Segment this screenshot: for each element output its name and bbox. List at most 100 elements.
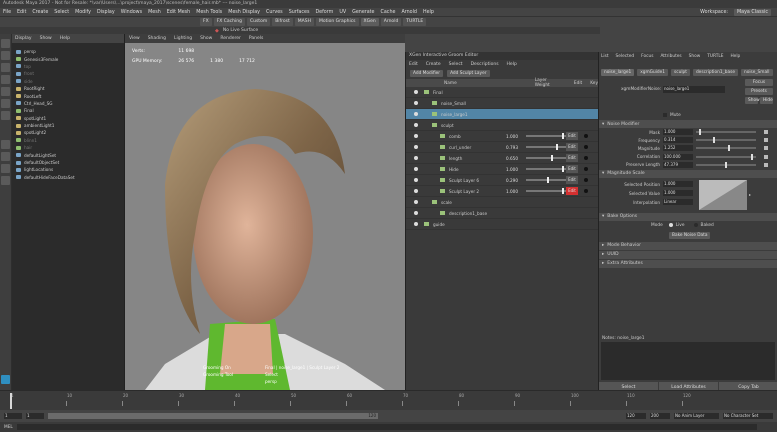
hide-button[interactable]: Hide <box>760 97 773 104</box>
menu-modify[interactable]: Modify <box>75 10 91 15</box>
visibility-eye-icon[interactable] <box>414 178 418 182</box>
groom-layer-row[interactable]: Hide 1.000 Edit <box>406 164 598 175</box>
groom-layer-row[interactable]: Sculpt Layer 6 0.290 Edit <box>406 175 598 186</box>
outliner-item[interactable]: RootRight <box>12 85 124 92</box>
outliner-item[interactable]: lightLocations <box>12 166 124 173</box>
attr-menu-attributes[interactable]: Attributes <box>660 54 681 59</box>
command-input[interactable] <box>16 424 757 430</box>
groom-layer-row[interactable]: noise_large1 <box>406 109 598 120</box>
map-button-icon[interactable] <box>764 162 768 167</box>
edit-layer-button[interactable]: Edit <box>566 132 578 140</box>
map-button-icon[interactable] <box>764 154 768 159</box>
layer-weight-value[interactable]: 1.000 <box>506 134 518 139</box>
vp-menu-renderer[interactable]: Renderer <box>220 36 241 41</box>
rotate-tool-icon[interactable] <box>1 87 10 96</box>
last-tool-icon[interactable] <box>1 111 10 120</box>
layout-two-icon[interactable] <box>1 164 10 173</box>
attr-value-field[interactable]: 0.314 <box>663 137 693 144</box>
range-slider[interactable]: 120 <box>48 413 378 419</box>
mute-checkbox[interactable] <box>663 113 667 117</box>
radio-live[interactable] <box>668 223 673 228</box>
section-uuid[interactable]: ▸ UUID <box>599 250 777 259</box>
character-set-dropdown[interactable]: No Character Set <box>723 413 773 419</box>
outliner-item[interactable]: top <box>12 63 124 70</box>
key-dot-icon[interactable] <box>584 156 588 160</box>
visibility-eye-icon[interactable] <box>414 145 418 149</box>
time-slider[interactable]: 1 10 20 30 40 50 60 70 80 90 100 110 120 <box>0 390 777 410</box>
menu-windows[interactable]: Windows <box>121 10 142 15</box>
live-surface-label[interactable]: No Live Surface <box>223 28 258 33</box>
layer-weight-slider[interactable] <box>526 133 566 139</box>
paint-tool-icon[interactable] <box>1 63 10 72</box>
layer-weight-value[interactable]: 1.000 <box>506 189 518 194</box>
groom-layer-row[interactable]: Final <box>406 87 598 98</box>
radio-baked[interactable] <box>693 223 698 228</box>
section-magnitude-scale[interactable]: ▾ Magnitude Scale <box>599 169 777 178</box>
attr-menu-turtle[interactable]: TURTLE <box>707 54 723 59</box>
section-mode-behavior[interactable]: ▸ Mode Behavior <box>599 241 777 250</box>
outliner-item[interactable]: hair <box>12 144 124 151</box>
menu-cache[interactable]: Cache <box>381 10 396 15</box>
vp-menu-shading[interactable]: Shading <box>148 36 166 41</box>
menu-help[interactable]: Help <box>423 10 434 15</box>
tab-noise-large1[interactable]: noise_large1 <box>601 69 635 76</box>
anim-layer-dropdown[interactable]: No Anim Layer <box>674 413 719 419</box>
mel-label[interactable]: MEL <box>4 425 13 430</box>
tab-sculpt[interactable]: sculpt <box>671 69 690 76</box>
key-dot-icon[interactable] <box>584 189 588 193</box>
outliner-menu-show[interactable]: Show <box>40 36 52 41</box>
outliner-item[interactable]: Ctrl_Head_SG <box>12 100 124 107</box>
map-button-icon[interactable] <box>764 146 768 151</box>
menu-surfaces[interactable]: Surfaces <box>289 10 310 15</box>
edit-layer-button[interactable]: Edit <box>566 154 578 162</box>
outliner-item[interactable]: defaultLightSet <box>12 151 124 158</box>
groom-layer-row[interactable]: curl_under 0.793 Edit <box>406 142 598 153</box>
workspace-dropdown[interactable]: Maya Classic <box>734 8 771 16</box>
outliner-item[interactable]: spotLight1 <box>12 115 124 122</box>
groom-layer-row[interactable]: scale <box>406 197 598 208</box>
shelf-tab-custom[interactable]: Custom <box>246 18 271 26</box>
attr-menu-focus[interactable]: Focus <box>641 54 653 59</box>
attr-value-field[interactable]: 100.000 <box>663 153 693 160</box>
shelf-tab-arnold[interactable]: Arnold <box>380 18 402 26</box>
menu-edit[interactable]: Edit <box>17 10 26 15</box>
edit-layer-button[interactable]: Edit <box>566 143 578 151</box>
vp-menu-show[interactable]: Show <box>200 36 212 41</box>
magnitude-ramp-graph[interactable] <box>699 179 747 210</box>
outliner-item[interactable]: defaultObjectSet <box>12 159 124 166</box>
groom-layer-row[interactable]: guide <box>406 219 598 230</box>
attr-slider[interactable] <box>696 145 756 152</box>
vp-menu-panels[interactable]: Panels <box>249 36 263 41</box>
visibility-eye-icon[interactable] <box>414 211 418 215</box>
layer-weight-slider[interactable] <box>526 188 566 194</box>
vp-menu-lighting[interactable]: Lighting <box>174 36 192 41</box>
attr-slider[interactable] <box>696 153 756 160</box>
selected-value-field[interactable]: 1.000 <box>663 190 693 197</box>
visibility-eye-icon[interactable] <box>414 222 418 226</box>
attr-value-field[interactable]: 1.000 <box>663 129 693 136</box>
groom-layer-row[interactable]: description1_base <box>406 208 598 219</box>
key-dot-icon[interactable] <box>584 178 588 182</box>
move-tool-icon[interactable] <box>1 75 10 84</box>
shelf-tab-fx[interactable]: FX <box>200 18 212 26</box>
visibility-eye-icon[interactable] <box>414 134 418 138</box>
groom-menu-create[interactable]: Create <box>426 62 441 67</box>
focus-button[interactable]: Focus <box>745 79 773 86</box>
outliner-item[interactable]: ambientLight1 <box>12 122 124 129</box>
tab-noise-small[interactable]: noise_Small <box>740 69 773 76</box>
groom-layer-row[interactable]: comb 1.000 Edit <box>406 131 598 142</box>
outliner-item[interactable]: side <box>12 78 124 85</box>
outliner-item[interactable]: blinn1 <box>12 137 124 144</box>
attr-slider[interactable] <box>696 129 756 136</box>
layout-single-icon[interactable] <box>1 140 10 149</box>
presets-button[interactable]: Presets <box>745 88 773 95</box>
outliner-item[interactable]: defaultHideFaceDataSet <box>12 174 124 181</box>
interpolation-dropdown[interactable]: Linear <box>663 199 693 206</box>
menu-mesh[interactable]: Mesh <box>148 10 161 15</box>
visibility-eye-icon[interactable] <box>414 189 418 193</box>
select-tool-icon[interactable] <box>1 39 10 48</box>
visibility-eye-icon[interactable] <box>414 101 418 105</box>
outliner-menu-display[interactable]: Display <box>15 36 32 41</box>
menu-mesh-tools[interactable]: Mesh Tools <box>196 10 222 15</box>
groom-menu-help[interactable]: Help <box>507 62 517 67</box>
